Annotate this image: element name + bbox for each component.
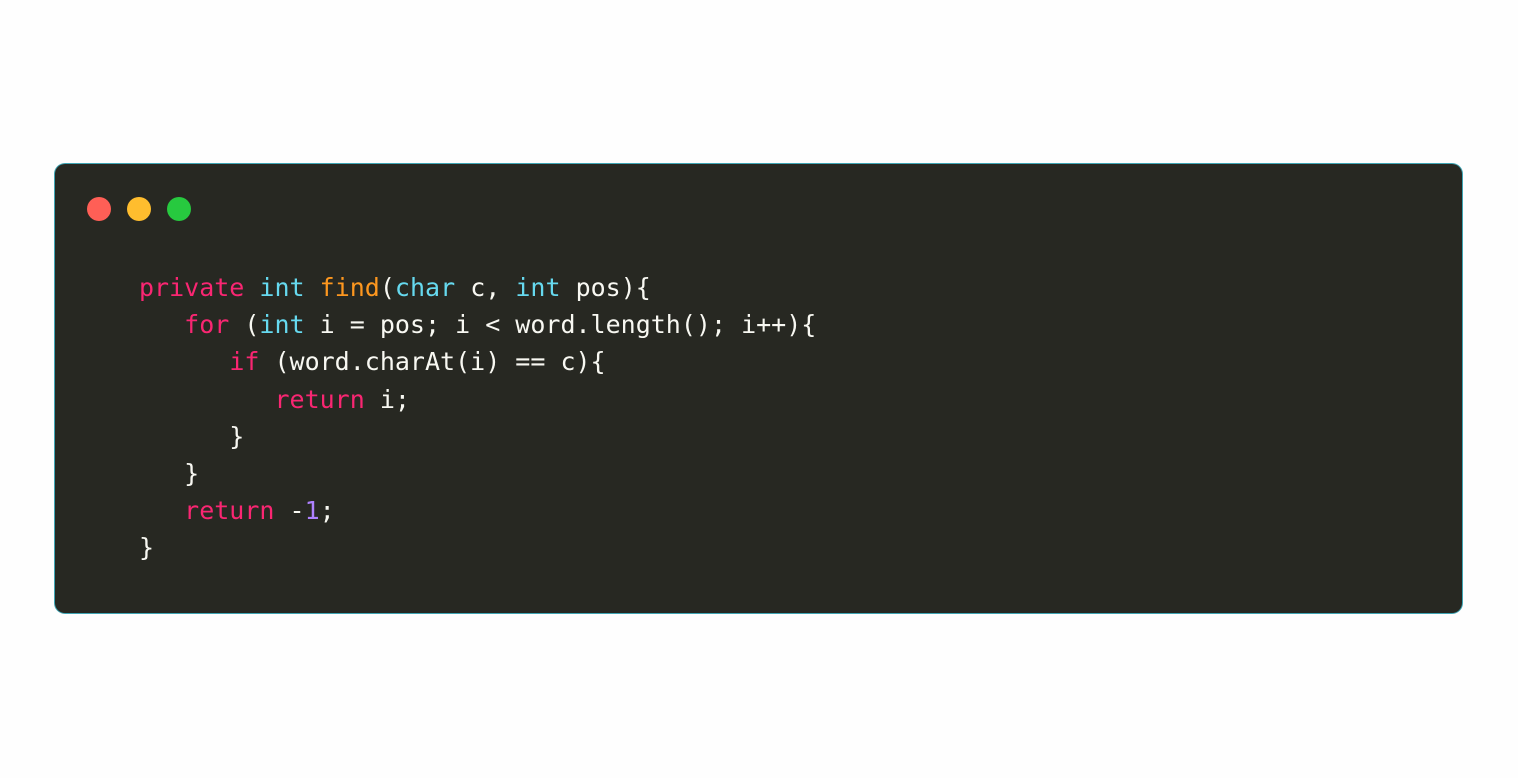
code-token-plain: ( [229,310,260,340]
code-token-plain: ( [379,273,395,302]
code-line: } [139,455,816,492]
code-token-keyword: private [139,273,245,302]
code-token-function: find [319,273,380,302]
code-token-type: int [259,310,305,340]
code-token-plain: } [139,421,245,451]
code-token-plain: - [274,496,305,526]
code-token-keyword: return [274,384,365,414]
maximize-dot-icon[interactable] [167,197,191,221]
code-token-keyword: if [229,347,260,377]
code-window: private int find(char c, int pos){ for (… [55,164,1462,613]
code-block: private int find(char c, int pos){ for (… [139,269,816,567]
minimize-dot-icon[interactable] [127,197,151,221]
code-token-type: char [394,273,456,302]
code-token-keyword: for [184,310,230,340]
code-token-plain: (word.charAt(i) == c){ [259,347,606,377]
code-token-plain: } [139,458,200,488]
code-token-keyword: return [184,496,275,526]
code-token-plain: i; [364,384,410,414]
code-token-number: 1 [304,496,320,526]
close-dot-icon[interactable] [87,197,111,221]
window-controls [87,197,191,221]
code-token-plain: } [139,533,155,563]
code-line: return i; [139,381,816,418]
code-line: } [139,418,816,455]
code-line: return -1; [139,492,816,529]
code-token-type: int [259,273,305,302]
code-token-plain: pos){ [560,273,651,302]
code-token-plain: i = pos; i < word.length(); i++){ [304,310,817,340]
code-line: if (word.charAt(i) == c){ [139,343,816,380]
code-token-plain: c, [455,273,516,302]
code-token-plain: ; [319,496,335,526]
code-line: for (int i = pos; i < word.length(); i++… [139,306,816,343]
code-token-type: int [515,273,561,302]
code-line: } [139,529,816,566]
code-line: private int find(char c, int pos){ [139,269,816,306]
